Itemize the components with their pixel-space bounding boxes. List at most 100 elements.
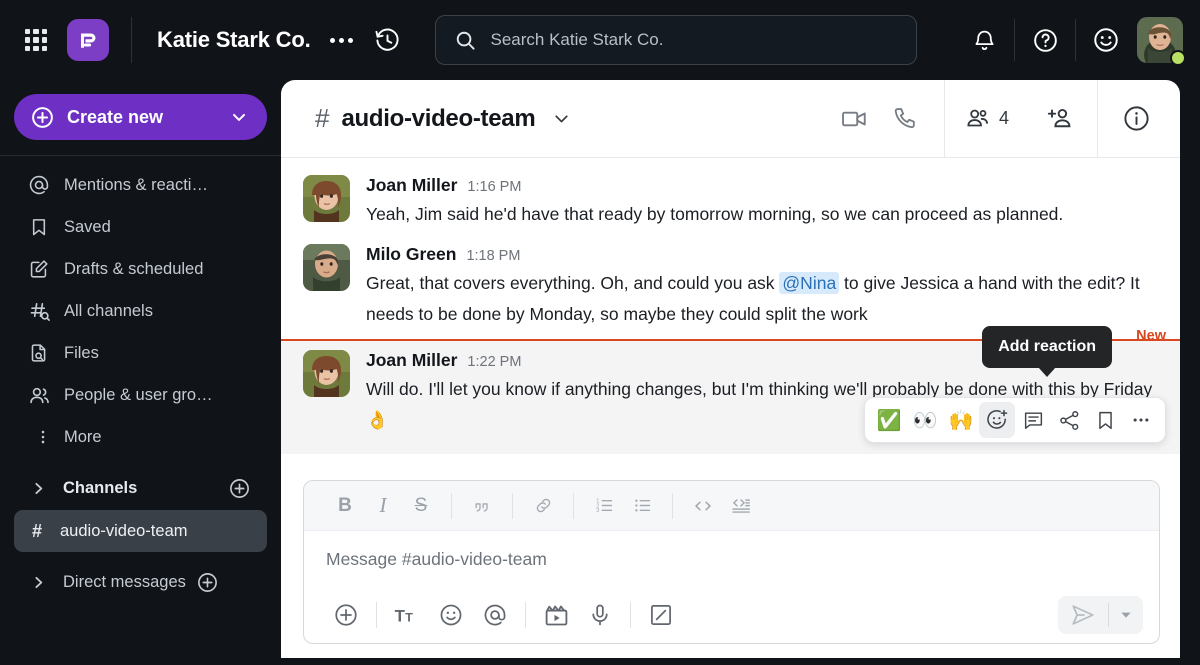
user-mention[interactable]: @Nina bbox=[779, 272, 840, 294]
plus-circle-icon bbox=[30, 105, 55, 130]
add-channel-button[interactable] bbox=[228, 477, 251, 500]
file-search-icon bbox=[28, 342, 54, 364]
members-button[interactable]: 4 bbox=[957, 105, 1017, 132]
milo-green-avatar[interactable] bbox=[303, 244, 350, 291]
code-block-icon[interactable] bbox=[722, 487, 760, 525]
attach-plus-icon[interactable] bbox=[324, 594, 368, 636]
channel-header: # audio-video-team 4 bbox=[281, 80, 1180, 158]
check-mark-emoji: ✅ bbox=[876, 409, 902, 432]
add-reaction-icon[interactable] bbox=[979, 402, 1015, 438]
history-clock-icon[interactable] bbox=[371, 23, 405, 57]
send-plane-icon[interactable] bbox=[1058, 596, 1108, 634]
smiley-face-icon[interactable] bbox=[1085, 19, 1127, 61]
sidebar-item-all-channels[interactable]: All channels bbox=[0, 290, 281, 332]
message-input[interactable]: Message #audio-video-team bbox=[304, 531, 1159, 587]
workspace-title[interactable]: Katie Stark Co. bbox=[157, 27, 311, 53]
info-circle-icon[interactable] bbox=[1110, 96, 1162, 142]
pumble-logo-icon[interactable] bbox=[67, 19, 109, 61]
chevron-right-icon bbox=[30, 480, 47, 497]
text-formatting-icon[interactable]: T T bbox=[385, 594, 429, 636]
message-header: Milo Green 1:18 PM bbox=[366, 244, 1160, 265]
section-label: Channels bbox=[63, 478, 138, 497]
vertical-dots-icon bbox=[28, 428, 54, 446]
bullet-list-icon[interactable] bbox=[623, 487, 661, 525]
people-icon bbox=[28, 384, 54, 407]
reply-in-thread-icon[interactable] bbox=[1015, 402, 1051, 438]
blockquote-icon[interactable] bbox=[463, 487, 501, 525]
raised-hands-emoji: 🙌 bbox=[948, 409, 974, 432]
sidebar-item-label: People & user gro… bbox=[64, 385, 213, 404]
strikethrough-label: S bbox=[414, 494, 428, 516]
reaction-raised-hands[interactable]: 🙌 bbox=[943, 402, 979, 438]
add-person-icon[interactable] bbox=[1033, 96, 1085, 142]
hash-search-icon bbox=[28, 300, 54, 323]
search-input[interactable]: Search Katie Stark Co. bbox=[434, 15, 917, 65]
reaction-eyes[interactable]: 👀 bbox=[907, 402, 943, 438]
message-author[interactable]: Milo Green bbox=[366, 244, 456, 265]
sidebar-item-mentions[interactable]: Mentions & reacti… bbox=[0, 164, 281, 206]
formatting-toolbar: B I S 1 2 3 bbox=[304, 481, 1159, 531]
send-options-chevron-icon[interactable] bbox=[1109, 596, 1143, 634]
channel-title[interactable]: audio-video-team bbox=[341, 105, 535, 133]
create-new-button[interactable]: Create new bbox=[14, 94, 267, 140]
strikethrough-icon[interactable]: S bbox=[402, 487, 440, 525]
bell-icon[interactable] bbox=[963, 19, 1005, 61]
share-message-icon[interactable] bbox=[1051, 402, 1087, 438]
question-circle-icon[interactable] bbox=[1024, 19, 1066, 61]
phone-icon[interactable] bbox=[880, 96, 932, 142]
more-actions-icon[interactable] bbox=[1123, 402, 1159, 438]
emoji-icon[interactable] bbox=[429, 594, 473, 636]
mention-icon[interactable] bbox=[473, 594, 517, 636]
sidebar-item-more[interactable]: More bbox=[0, 416, 281, 458]
message-actions-toolbar: ✅ 👀 🙌 bbox=[864, 397, 1166, 443]
sidebar-item-files[interactable]: Files bbox=[0, 332, 281, 374]
sidebar-nav-list: Mentions & reacti… Saved Drafts & schedu… bbox=[0, 156, 281, 458]
divider bbox=[943, 80, 945, 158]
microphone-icon[interactable] bbox=[578, 594, 622, 636]
whiteboard-icon[interactable] bbox=[639, 594, 683, 636]
sidebar-section-channels[interactable]: Channels bbox=[0, 466, 281, 510]
save-message-icon[interactable] bbox=[1087, 402, 1123, 438]
message-header: Joan Miller 1:16 PM bbox=[366, 175, 1160, 196]
sidebar-item-people[interactable]: People & user gro… bbox=[0, 374, 281, 416]
video-clip-icon[interactable] bbox=[534, 594, 578, 636]
search-placeholder: Search Katie Stark Co. bbox=[490, 30, 664, 49]
message-timestamp[interactable]: 1:18 PM bbox=[466, 248, 520, 264]
reaction-white-check-mark[interactable]: ✅ bbox=[871, 402, 907, 438]
joan-miller-avatar[interactable] bbox=[303, 350, 350, 397]
ellipsis-icon[interactable] bbox=[325, 25, 359, 55]
chevron-right-icon bbox=[30, 574, 47, 591]
message-timestamp[interactable]: 1:22 PM bbox=[467, 354, 521, 370]
bold-icon[interactable]: B bbox=[326, 487, 364, 525]
bookmark-icon bbox=[28, 216, 54, 238]
joan-miller-avatar[interactable] bbox=[303, 175, 350, 222]
ordered-list-icon[interactable]: 1 2 3 bbox=[585, 487, 623, 525]
sidebar-item-drafts[interactable]: Drafts & scheduled bbox=[0, 248, 281, 290]
apps-grid-icon[interactable] bbox=[25, 29, 47, 51]
chevron-down-icon bbox=[229, 107, 249, 127]
divider bbox=[573, 492, 574, 519]
add-dm-button[interactable] bbox=[196, 571, 219, 594]
message-input-placeholder: Message #audio-video-team bbox=[326, 548, 547, 569]
italic-icon[interactable]: I bbox=[364, 487, 402, 525]
video-camera-icon[interactable] bbox=[828, 96, 880, 142]
member-count: 4 bbox=[998, 108, 1009, 128]
link-icon[interactable] bbox=[524, 487, 562, 525]
composer-bottom-toolbar: T T bbox=[304, 587, 1159, 643]
sidebar-section-direct-messages[interactable]: Direct messages bbox=[0, 560, 281, 604]
avatar[interactable] bbox=[1137, 17, 1186, 66]
sidebar-item-saved[interactable]: Saved bbox=[0, 206, 281, 248]
sidebar-item-label: Mentions & reacti… bbox=[64, 175, 208, 194]
sidebar-item-label: Saved bbox=[64, 217, 111, 236]
sidebar-channel-audio-video-team[interactable]: # audio-video-team bbox=[14, 510, 267, 552]
channel-label: audio-video-team bbox=[60, 521, 188, 540]
chevron-down-icon[interactable] bbox=[551, 108, 572, 129]
message-timestamp[interactable]: 1:16 PM bbox=[467, 179, 521, 195]
sidebar-item-label: Drafts & scheduled bbox=[64, 259, 204, 278]
divider bbox=[376, 602, 377, 628]
message-author[interactable]: Joan Miller bbox=[366, 350, 457, 371]
pumble-app-window: Katie Stark Co. Search Katie Stark Co. C… bbox=[0, 0, 1200, 665]
message-author[interactable]: Joan Miller bbox=[366, 175, 457, 196]
italic-label: I bbox=[379, 493, 387, 517]
inline-code-icon[interactable] bbox=[684, 487, 722, 525]
